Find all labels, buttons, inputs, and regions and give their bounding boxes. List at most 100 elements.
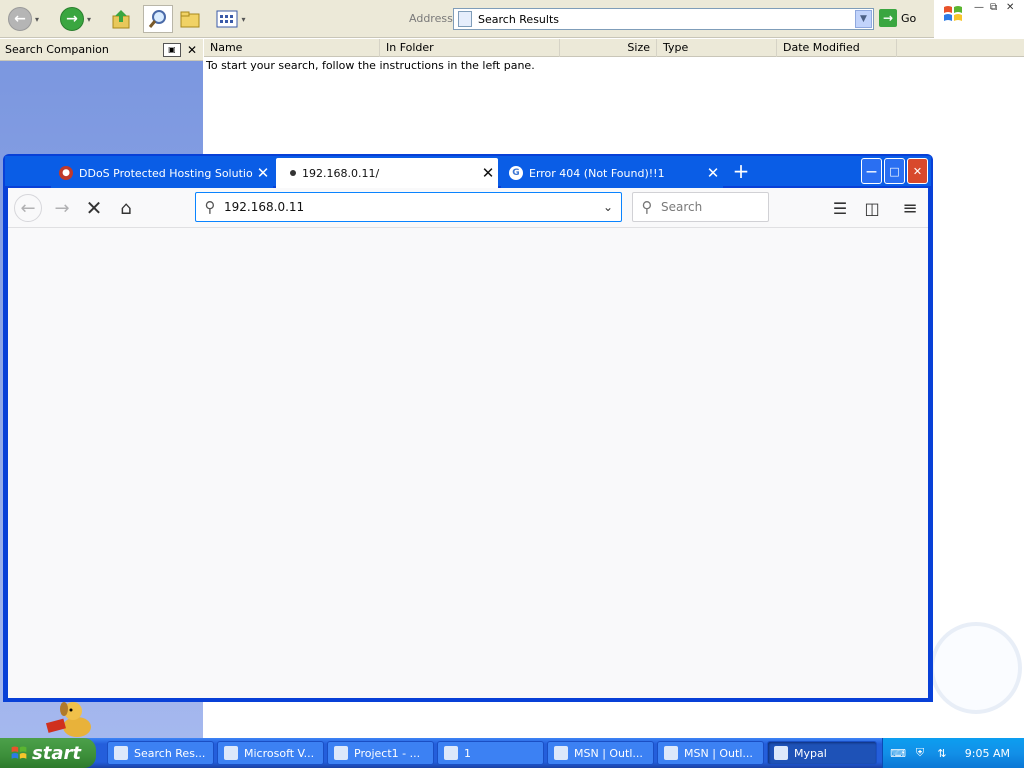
start-button[interactable]: start — [0, 738, 96, 768]
tab-label: 192.168.0.11/ — [302, 166, 380, 180]
taskbar-item-microsoft-v[interactable]: Microsoft V... — [217, 741, 324, 765]
back-icon: ← — [8, 7, 32, 31]
tab-label: Error 404 (Not Found)!!1 — [529, 166, 665, 180]
taskbar-item-label: Project1 - ... — [354, 746, 421, 760]
forward-arrow-icon[interactable]: → — [48, 194, 76, 222]
search-dog-icon — [45, 702, 91, 737]
system-tray: ⌨ ⛨ ⇅ 9:05 AM — [882, 738, 1024, 768]
ie-icon — [554, 746, 568, 760]
tab-strip: ● DDoS Protected Hosting Solutions ✕ 192… — [5, 156, 931, 188]
taskbar-item-label: MSN | Outl... — [684, 746, 753, 760]
taskbar-item-label: 1 — [464, 746, 471, 760]
restore-icon[interactable]: ⧉ — [990, 2, 997, 13]
close-tab-icon[interactable]: ✕ — [478, 164, 498, 182]
new-tab-plus-icon[interactable]: + — [729, 158, 753, 184]
vb-icon — [224, 746, 238, 760]
hamburger-menu-icon[interactable]: ≡ — [896, 194, 924, 222]
search-icon — [148, 10, 166, 28]
chevron-down-icon: ▾ — [35, 14, 40, 24]
tab-ddos[interactable]: ● DDoS Protected Hosting Solutions ✕ — [51, 158, 273, 188]
page-content — [8, 228, 928, 698]
taskbar-item-search-results[interactable]: Search Res... — [107, 741, 214, 765]
taskbar-item-project1[interactable]: Project1 - ... — [327, 741, 434, 765]
go-label: Go — [901, 11, 917, 25]
close-tab-icon[interactable]: ✕ — [703, 164, 723, 182]
folder-icon — [444, 746, 458, 760]
chevron-down-icon: ▾ — [87, 14, 92, 24]
close-tab-icon[interactable]: ✕ — [253, 164, 273, 182]
up-folder-button[interactable] — [110, 5, 134, 33]
go-arrow-icon: → — [879, 9, 897, 27]
taskbar-item-1[interactable]: 1 — [437, 741, 544, 765]
close-window-icon[interactable]: ✕ — [907, 158, 928, 184]
address-dropdown-icon[interactable]: ▼ — [855, 10, 872, 28]
minimize-icon[interactable]: — — [974, 2, 984, 13]
tab-active-address[interactable]: 192.168.0.11/ ✕ — [276, 158, 498, 188]
chevron-down-icon: ▾ — [241, 14, 246, 24]
search-placeholder: Search — [661, 200, 703, 214]
folders-icon — [180, 11, 200, 28]
taskbar-item-mypal[interactable]: Mypal — [767, 741, 877, 765]
explorer-corner: — ⧉ ✕ — [934, 0, 1024, 38]
keyboard-icon[interactable]: ⌨ — [890, 746, 906, 760]
tab-error-404[interactable]: G Error 404 (Not Found)!!1 ✕ — [501, 158, 723, 188]
url-bar[interactable]: ⚲ 192.168.0.11 ⌄ — [195, 192, 622, 222]
taskbar-item-label: MSN | Outl... — [574, 746, 643, 760]
clock[interactable]: 9:05 AM — [965, 747, 1010, 760]
pin-icon[interactable]: ▣ — [162, 42, 181, 57]
home-icon[interactable]: ⌂ — [112, 194, 140, 222]
column-type[interactable]: Type — [657, 39, 777, 57]
up-folder-icon — [112, 10, 130, 29]
search-companion-title: Search Companion — [5, 43, 109, 56]
close-icon[interactable]: ✕ — [1006, 2, 1014, 13]
taskbar-item-msn-2[interactable]: MSN | Outl... — [657, 741, 764, 765]
windows-logo-icon — [944, 6, 962, 21]
taskbar-item-label: Mypal — [794, 746, 827, 760]
taskbar-item-label: Search Res... — [134, 746, 206, 760]
column-in-folder[interactable]: In Folder — [380, 39, 560, 57]
results-column-header: Name In Folder Size Type Date Modified — [204, 39, 1024, 57]
start-label: start — [32, 742, 81, 764]
search-results-icon — [458, 11, 472, 27]
chevron-down-icon[interactable]: ⌄ — [595, 200, 621, 214]
column-date-modified[interactable]: Date Modified — [777, 39, 897, 57]
search-companion-header: Search Companion ▣ ✕ — [0, 39, 203, 61]
security-shield-icon[interactable]: ⛨ — [913, 746, 927, 760]
search-icon: ⚲ — [204, 198, 216, 216]
taskbar-item-msn-1[interactable]: MSN | Outl... — [547, 741, 654, 765]
forward-button[interactable]: → ▾ — [60, 5, 91, 33]
taskbar: start Search Res... Microsoft V... Proje… — [0, 738, 1024, 768]
google-favicon-icon: G — [509, 166, 523, 180]
library-icon[interactable]: ☰ — [826, 194, 854, 222]
magnifier-watermark-icon — [930, 622, 1022, 714]
views-button[interactable]: ▾ — [214, 5, 248, 33]
forward-icon: → — [60, 7, 84, 31]
search-button[interactable] — [143, 5, 173, 33]
sidebar-toggle-icon[interactable]: ◫ — [858, 194, 886, 222]
address-label: Address — [409, 12, 453, 25]
search-input[interactable]: ⚲ Search — [632, 192, 769, 222]
vb-icon — [334, 746, 348, 760]
network-icon[interactable]: ⇅ — [935, 746, 949, 760]
close-icon[interactable]: ✕ — [187, 43, 197, 57]
minimize-icon[interactable]: — — [861, 158, 882, 184]
column-size[interactable]: Size — [560, 39, 657, 57]
navigation-toolbar: ← → ✕ ⌂ ⚲ 192.168.0.11 ⌄ ⚲ Search ☰ ◫ ≡ — [8, 188, 928, 228]
ie-icon — [664, 746, 678, 760]
search-results-icon — [114, 746, 128, 760]
column-name[interactable]: Name — [204, 39, 380, 57]
go-button[interactable]: → Go — [879, 9, 916, 27]
tab-label: DDoS Protected Hosting Solutions — [79, 166, 253, 180]
explorer-toolbar: ← ▾ → ▾ ▾ Address Search Results ▼ → Go — [0, 0, 934, 38]
maximize-icon[interactable]: □ — [884, 158, 905, 184]
mypal-icon — [774, 746, 788, 760]
windows-logo-icon — [11, 746, 27, 759]
back-arrow-icon[interactable]: ← — [14, 194, 42, 222]
stop-loading-icon[interactable]: ✕ — [80, 194, 108, 222]
folders-button[interactable] — [178, 5, 202, 33]
url-text[interactable]: 192.168.0.11 — [224, 200, 595, 214]
taskbar-item-label: Microsoft V... — [244, 746, 315, 760]
address-value: Search Results — [478, 12, 560, 26]
address-field[interactable]: Search Results ▼ — [453, 8, 874, 30]
back-button[interactable]: ← ▾ — [8, 5, 39, 33]
